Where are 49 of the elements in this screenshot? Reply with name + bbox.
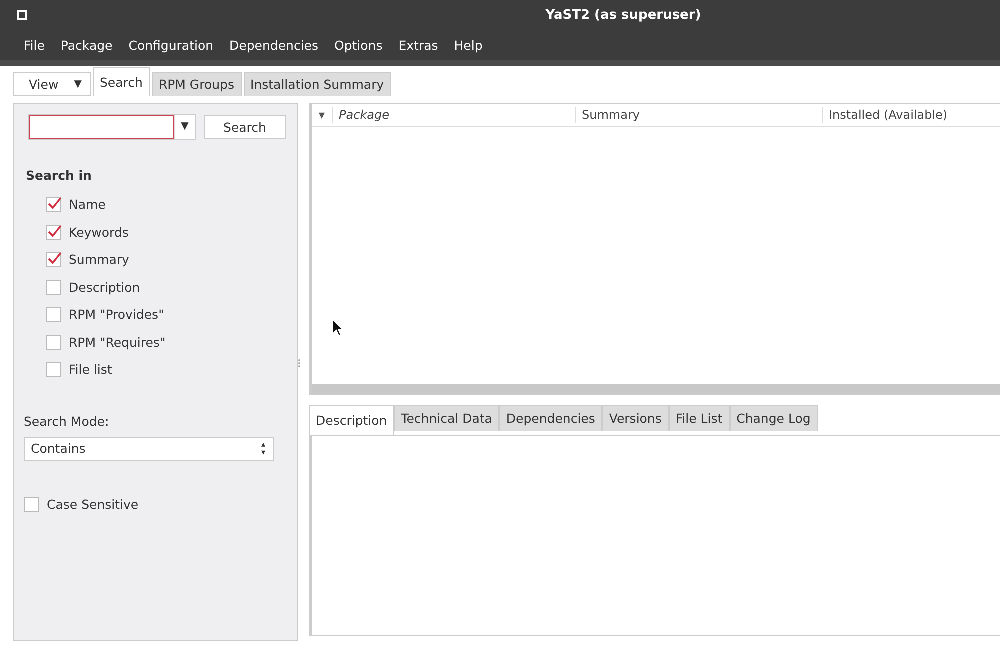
mouse-pointer-icon <box>332 319 344 337</box>
tab[interactable]: File List <box>668 405 730 431</box>
field-label: Search Mode: <box>24 414 110 428</box>
tab[interactable]: Versions <box>602 405 669 431</box>
search-field[interactable]: ▼ <box>28 114 196 140</box>
checkbox-label: Description <box>69 280 140 295</box>
checkbox[interactable] <box>46 362 61 378</box>
checkbox-label: RPM "Requires" <box>69 334 166 350</box>
checkbox[interactable] <box>24 496 39 512</box>
checkbox-label: Name <box>69 197 106 212</box>
search-mode-dropdown[interactable]: Contains ▴▾ <box>24 436 274 460</box>
spinner-arrows-icon: ▴▾ <box>260 440 267 456</box>
window-menu-icon[interactable] <box>17 10 27 20</box>
tab[interactable]: Description <box>309 405 394 435</box>
column-header[interactable]: Installed (Available) <box>822 107 1000 123</box>
splitter-handle[interactable] <box>298 359 301 368</box>
horizontal-scrollbar[interactable] <box>312 384 1000 394</box>
sort-icon[interactable]: ▼ <box>312 110 332 120</box>
section-heading: Search in <box>26 168 93 183</box>
column-header[interactable]: Summary <box>575 107 822 123</box>
checkbox[interactable] <box>46 334 61 350</box>
tab[interactable]: Change Log <box>730 405 818 431</box>
menu-item[interactable]: Package <box>60 38 113 52</box>
menu-item[interactable]: Options <box>334 38 383 52</box>
checkbox-label: Keywords <box>69 224 129 240</box>
search-button[interactable]: Search <box>204 115 286 139</box>
menu-item[interactable]: File <box>24 38 45 52</box>
column-header[interactable]: Package <box>332 107 575 123</box>
caret-icon: ▼ <box>74 78 82 90</box>
menu-item[interactable]: Dependencies <box>230 38 318 52</box>
tab[interactable]: Technical Data <box>394 405 500 431</box>
tab[interactable]: Installation Summary <box>244 72 392 96</box>
tab[interactable]: RPM Groups <box>152 72 242 96</box>
checkbox[interactable] <box>46 224 61 240</box>
checkbox-label: File list <box>69 362 112 378</box>
checkbox-label: RPM "Provides" <box>69 307 164 322</box>
tab[interactable]: Search <box>93 67 150 96</box>
menu-item[interactable]: Extras <box>398 38 438 52</box>
tab[interactable]: Dependencies <box>499 405 602 431</box>
checkbox-label: Summary <box>69 252 130 268</box>
menu-item[interactable]: Help <box>454 38 483 52</box>
view-button[interactable]: View ▼ <box>13 72 91 96</box>
checkbox[interactable] <box>46 307 61 322</box>
checkbox[interactable] <box>46 197 61 212</box>
checkbox-label: Case Sensitive <box>47 496 139 512</box>
checkbox[interactable] <box>46 280 61 295</box>
menu-item[interactable]: Configuration <box>128 38 214 52</box>
window-title: YaST2 (as superuser) <box>544 8 702 22</box>
checkbox[interactable] <box>46 252 61 268</box>
